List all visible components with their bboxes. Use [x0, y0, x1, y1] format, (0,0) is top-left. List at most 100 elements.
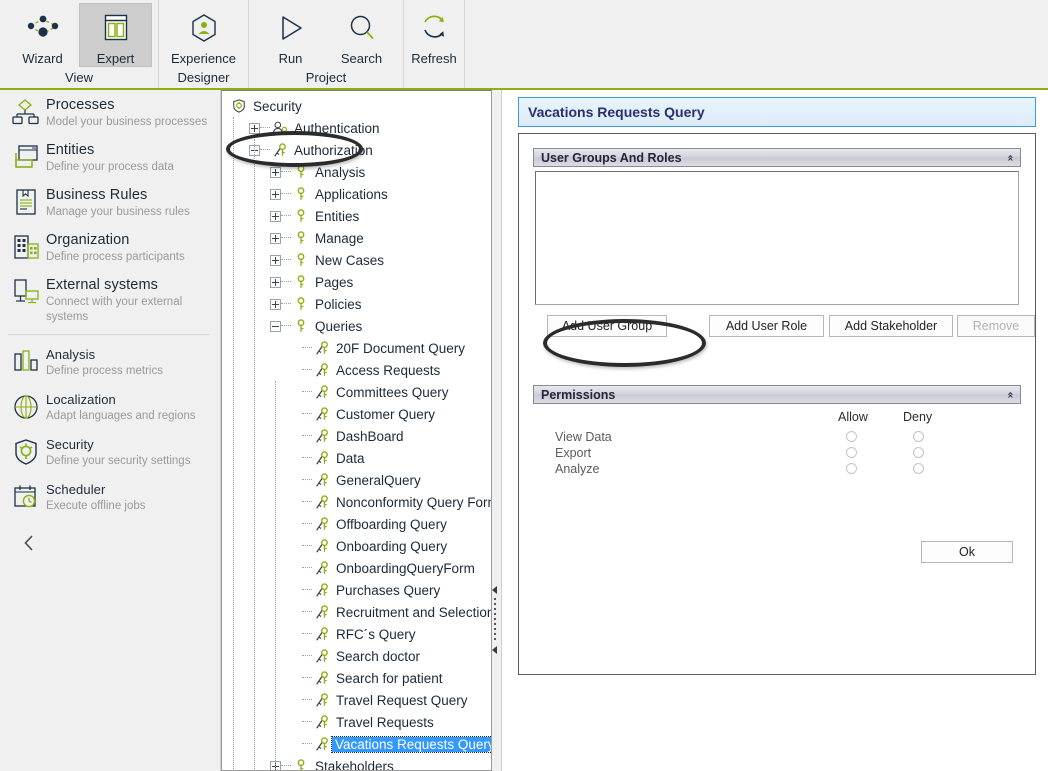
sidebar-item-localization[interactable]: Localization Adapt languages and regions	[0, 384, 220, 429]
expert-button[interactable]: Expert	[79, 3, 152, 67]
wizard-button-label: Wizard	[22, 51, 62, 66]
permission-deny-radio-export[interactable]	[913, 447, 924, 458]
key-icon	[291, 297, 311, 312]
tree-guide-line-1	[254, 139, 256, 771]
add-user-group-button[interactable]: Add User Group	[547, 315, 667, 337]
tree-node-label: Authentication	[290, 121, 380, 136]
tree-node[interactable]: RFC´s Query	[222, 623, 491, 645]
expand-plus-icon[interactable]	[270, 255, 281, 266]
chevron-up-icon[interactable]: »	[1005, 391, 1015, 398]
expand-plus-icon[interactable]	[270, 299, 281, 310]
sidebar-item-scheduler[interactable]: Scheduler Execute offline jobs	[0, 474, 220, 519]
sidebar-item-external-systems[interactable]: External systems Connect with your exter…	[0, 270, 220, 330]
splitter-grip-dots[interactable]	[494, 598, 496, 642]
tree-node[interactable]: New Cases	[222, 249, 491, 271]
run-button[interactable]: Run	[255, 3, 326, 67]
collapse-minus-icon[interactable]	[270, 321, 281, 332]
tree-node[interactable]: Customer Query	[222, 403, 491, 425]
expand-plus-icon[interactable]	[270, 189, 281, 200]
permission-allow-radio-view-data[interactable]	[846, 431, 857, 442]
authorization-key-icon	[312, 495, 332, 510]
permission-deny-radio-view-data[interactable]	[913, 431, 924, 442]
expand-plus-icon[interactable]	[249, 123, 260, 134]
user-groups-listbox[interactable]	[535, 171, 1019, 305]
tree-indent-spacer	[291, 475, 302, 486]
tree-node[interactable]: Analysis	[222, 161, 491, 183]
tree-indent-spacer	[291, 541, 302, 552]
tree-node[interactable]: Authorization	[222, 139, 491, 161]
tree-node[interactable]: Nonconformity Query Form	[222, 491, 491, 513]
refresh-button[interactable]: Refresh	[410, 3, 458, 67]
tree-indent-spacer	[291, 739, 302, 750]
tree-node[interactable]: Manage	[222, 227, 491, 249]
tree-connector-line	[302, 479, 312, 481]
authorization-key-icon	[312, 715, 332, 730]
business-rules-icon	[10, 186, 46, 220]
splitter-arrow-up-icon[interactable]	[492, 586, 497, 594]
tree-node[interactable]: Applications	[222, 183, 491, 205]
sidebar-item-organization[interactable]: Organization Define process participants	[0, 225, 220, 270]
sidebar-item-processes[interactable]: Processes Model your business processes	[0, 90, 220, 135]
tree-node-selected[interactable]: Vacations Requests Query	[222, 733, 491, 755]
splitter-arrow-down-icon[interactable]	[492, 646, 497, 654]
tree-node[interactable]: Offboarding Query	[222, 513, 491, 535]
add-user-role-button[interactable]: Add User Role	[709, 315, 824, 337]
tree-node[interactable]: GeneralQuery	[222, 469, 491, 491]
tree-node[interactable]: Pages	[222, 271, 491, 293]
tree-node[interactable]: Travel Request Query	[222, 689, 491, 711]
ok-button[interactable]: Ok	[921, 541, 1013, 563]
tree-node[interactable]: Recruitment and Selection Query For	[222, 601, 491, 623]
expand-plus-icon[interactable]	[270, 167, 281, 178]
tree-indent-spacer	[291, 497, 302, 508]
tree-node[interactable]: Entities	[222, 205, 491, 227]
tree-node[interactable]: Policies	[222, 293, 491, 315]
tree-connector-line	[302, 633, 312, 635]
tree-node[interactable]: Search for patient	[222, 667, 491, 689]
search-button[interactable]: Search	[326, 3, 397, 67]
sidebar-divider	[8, 334, 210, 335]
add-stakeholder-button[interactable]: Add Stakeholder	[829, 315, 953, 337]
processes-icon	[10, 96, 46, 130]
permission-allow-radio-export[interactable]	[846, 447, 857, 458]
tree-node[interactable]: Queries	[222, 315, 491, 337]
sidebar-item-security[interactable]: Security Define your security settings	[0, 429, 220, 474]
expand-plus-icon[interactable]	[270, 277, 281, 288]
permissions-header[interactable]: Permissions »	[533, 385, 1021, 404]
sidebar-collapse-button[interactable]	[0, 519, 220, 558]
tree-connector-line	[302, 369, 312, 371]
tree-node[interactable]: Stakeholders	[222, 755, 491, 771]
tree-node-root-security[interactable]: Security	[222, 95, 491, 117]
tree-indent-spacer	[291, 343, 302, 354]
tree-node[interactable]: OnboardingQueryForm	[222, 557, 491, 579]
user-groups-header[interactable]: User Groups And Roles »	[533, 148, 1021, 167]
tree-node[interactable]: Authentication	[222, 117, 491, 139]
tree-node[interactable]: Purchases Query	[222, 579, 491, 601]
tree-node-label: Pages	[311, 275, 353, 290]
add-user-role-button-label: Add User Role	[726, 319, 807, 333]
tree-connector-line	[281, 215, 291, 217]
chevron-up-icon[interactable]: »	[1005, 154, 1015, 161]
sidebar-item-entities[interactable]: Entities Define your process data	[0, 135, 220, 180]
tree-node[interactable]: Committees Query	[222, 381, 491, 403]
detail-body: User Groups And Roles » Add User Group A…	[518, 133, 1036, 675]
security-tree-panel[interactable]: Security Authentication AuthorizationAnaly…	[221, 90, 492, 771]
permission-deny-radio-analyze[interactable]	[913, 463, 924, 474]
sidebar-item-analysis[interactable]: Analysis Define process metrics	[0, 339, 220, 384]
panel-splitter[interactable]	[492, 90, 502, 771]
tree-node[interactable]: 20F Document Query	[222, 337, 491, 359]
tree-node[interactable]: Onboarding Query	[222, 535, 491, 557]
tree-node[interactable]: DashBoard	[222, 425, 491, 447]
expand-plus-icon[interactable]	[270, 211, 281, 222]
expand-plus-icon[interactable]	[270, 233, 281, 244]
permission-allow-radio-analyze[interactable]	[846, 463, 857, 474]
sidebar-item-security-text: Security Define your security settings	[46, 435, 190, 469]
wizard-button[interactable]: Wizard	[6, 3, 79, 67]
sidebar-item-business-rules[interactable]: Business Rules Manage your business rule…	[0, 180, 220, 225]
tree-indent-spacer	[291, 673, 302, 684]
tree-node[interactable]: Access Requests	[222, 359, 491, 381]
tree-connector-line	[281, 171, 291, 173]
experience-button[interactable]: Experience	[165, 3, 242, 67]
tree-node[interactable]: Travel Requests	[222, 711, 491, 733]
tree-node[interactable]: Data	[222, 447, 491, 469]
tree-node[interactable]: Search doctor	[222, 645, 491, 667]
